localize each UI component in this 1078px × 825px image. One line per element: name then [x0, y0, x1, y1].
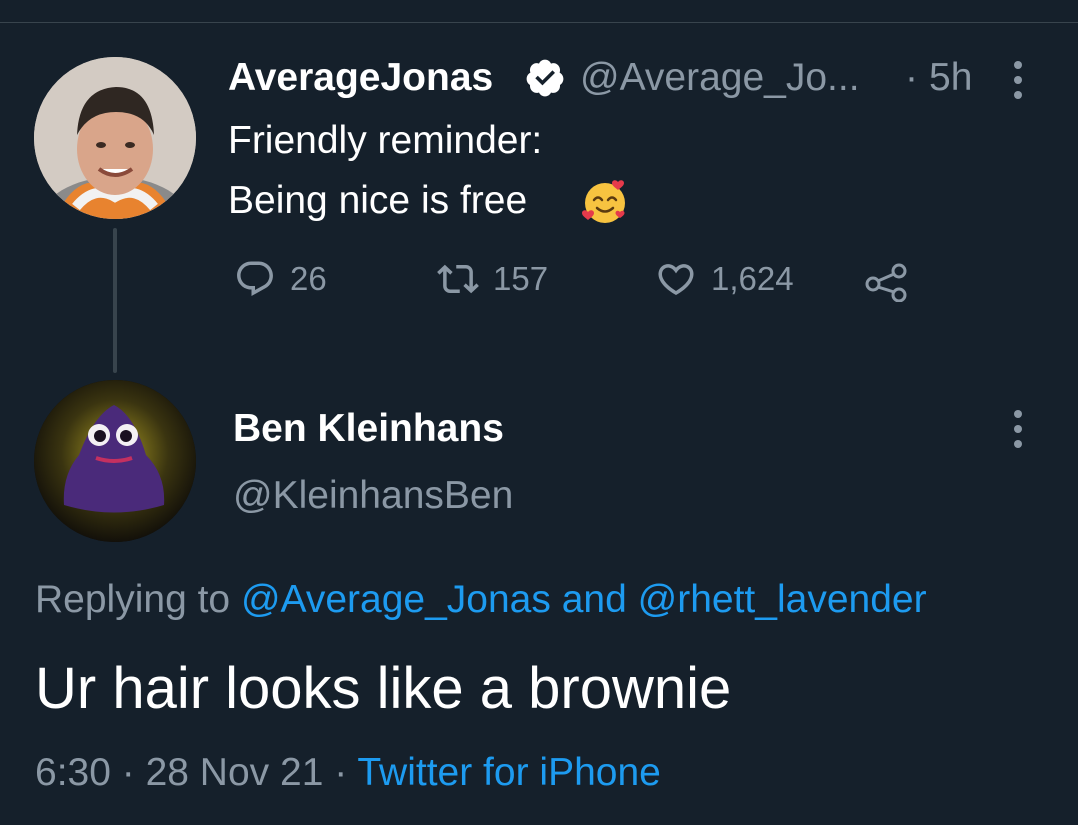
tweet-meta-line: 6:30 · 28 Nov 21 · Twitter for iPhone [35, 751, 661, 795]
reply-time[interactable]: 6:30 [35, 751, 111, 794]
thread-connector-line [113, 228, 117, 373]
reply-button[interactable]: 26 [234, 258, 327, 300]
reply-display-name[interactable]: Ben Kleinhans [233, 407, 504, 451]
like-button[interactable]: 1,624 [655, 258, 794, 300]
top-divider [0, 22, 1078, 23]
retweet-count: 157 [493, 260, 549, 297]
reply-text: Ur hair looks like a brownie [35, 656, 732, 721]
more-vertical-icon[interactable] [1014, 61, 1022, 106]
retweet-button[interactable]: 157 [437, 258, 548, 300]
original-timestamp[interactable]: 5h [929, 56, 972, 100]
reply-handle[interactable]: @KleinhansBen [233, 474, 513, 518]
reply-count: 26 [290, 260, 327, 297]
replying-to-line: Replying to @Average_Jonas and @rhett_la… [35, 578, 927, 622]
tweet-source-link[interactable]: Twitter for iPhone [357, 751, 660, 794]
reply-icon [237, 261, 273, 296]
mention-rhett-lavender[interactable]: @rhett_lavender [638, 578, 927, 621]
mention-average-jonas[interactable]: @Average_Jonas [241, 578, 551, 621]
smiling-face-with-hearts-emoji [582, 180, 625, 223]
original-display-name[interactable]: AverageJonas [228, 56, 493, 100]
more-vertical-icon[interactable] [1014, 410, 1022, 455]
like-count: 1,624 [711, 260, 794, 297]
averagejonas-avatar[interactable] [34, 57, 196, 219]
heart-icon [658, 264, 694, 296]
retweet-icon [437, 264, 479, 294]
share-button[interactable] [863, 262, 911, 302]
reply-date[interactable]: 28 Nov 21 [146, 751, 324, 794]
original-text-line-2: Being nice is free [228, 179, 528, 222]
verified-badge-icon [526, 59, 564, 97]
benkleinhans-avatar[interactable] [34, 380, 196, 542]
original-text-line-1: Friendly reminder: [228, 119, 543, 162]
meta-separator: · [334, 751, 348, 794]
original-handle[interactable]: @Average_Jo... [580, 56, 860, 100]
dot-separator: · [905, 56, 918, 99]
meta-separator: · [121, 751, 135, 794]
replying-to-label: Replying to [35, 578, 231, 621]
share-icon [865, 263, 907, 302]
replying-and-word[interactable]: and [562, 578, 627, 621]
